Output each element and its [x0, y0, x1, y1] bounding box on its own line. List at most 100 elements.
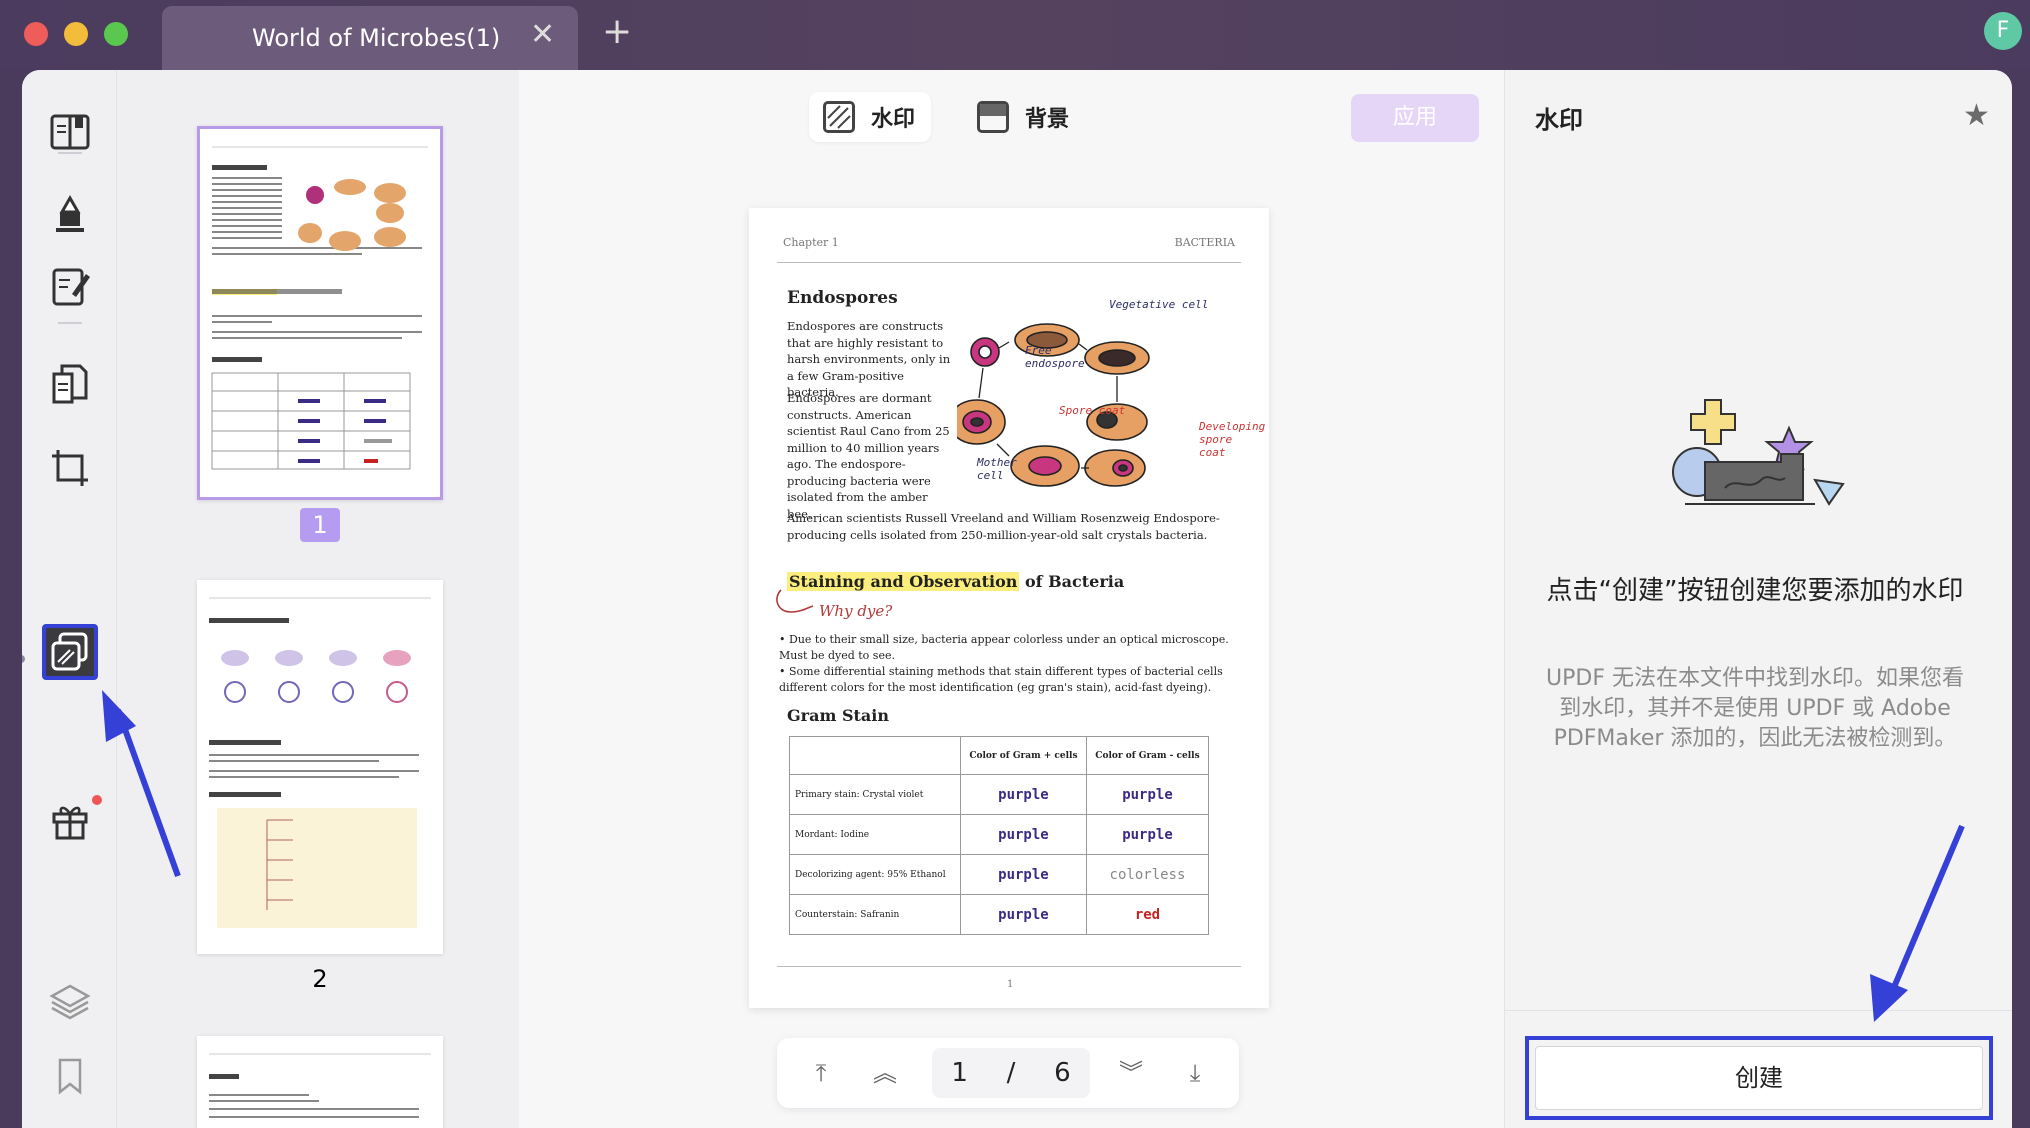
curly-arrow-doodle	[776, 589, 814, 613]
watermark-tab-icon	[823, 101, 855, 133]
table-cell-gram-positive: purple	[959, 774, 1087, 815]
document-tab-title: World of Microbes(1)	[252, 24, 501, 52]
first-page-icon[interactable]: ⤒	[803, 1055, 839, 1091]
close-tab-icon[interactable]: ✕	[530, 20, 555, 50]
staining-bullet-2: • Some differential staining methods tha…	[779, 665, 1223, 694]
app-window: 1 2 水印 背景 应用 Chapter 1 BACTERIA Endospor…	[22, 70, 2012, 1128]
table-cell-gram-positive: purple	[959, 814, 1087, 855]
background-tab[interactable]: 背景	[963, 92, 1085, 142]
empty-state-description: UPDF 无法在本文件中找到水印。如果您看到水印，其并不是使用 UPDF 或 A…	[1546, 666, 1964, 751]
table-row: Mordant: Iodine purple purple	[789, 814, 1210, 855]
empty-state-illustration	[1672, 399, 1845, 506]
page-number-2[interactable]: 2	[300, 962, 340, 996]
table-cell-gram-negative: red	[1085, 894, 1210, 935]
heading-staining-rest: of Bacteria	[1019, 572, 1125, 591]
add-tab-icon[interactable]: +	[602, 14, 632, 50]
why-dye-note: Why dye?	[819, 602, 893, 620]
active-indicator-dot	[22, 655, 25, 663]
table-row: Primary stain: Crystal violet purple pur…	[789, 774, 1210, 815]
annotation-developing-spore-coat: Developing spore coat	[1199, 420, 1266, 459]
page-footer-number: 1	[1007, 979, 1014, 990]
page-2-preview	[197, 580, 443, 954]
thumbnail-pane: 1 2	[117, 70, 519, 1128]
last-page-icon[interactable]: ⤓	[1177, 1055, 1213, 1091]
gram-stain-table: Color of Gram + cells Color of Gram - ce…	[789, 736, 1210, 935]
background-tab-icon	[977, 101, 1009, 133]
annotation-arrow-left	[102, 690, 181, 878]
layers-icon	[49, 984, 91, 1020]
table-header-row: Color of Gram + cells Color of Gram - ce…	[789, 736, 1210, 775]
page-3-preview	[197, 1036, 443, 1128]
page-thumbnail-1[interactable]	[197, 126, 443, 500]
total-pages: 6	[1054, 1058, 1071, 1088]
apply-button[interactable]: 应用	[1351, 94, 1479, 142]
promotions-tool[interactable]	[42, 792, 98, 848]
table-cell-gram-negative: colorless	[1085, 854, 1210, 895]
title-bar: World of Microbes(1) ✕ + F	[0, 0, 2030, 70]
table-row: Counterstain: Safranin purple red	[789, 894, 1210, 935]
table-row: Decolorizing agent: 95% Ethanol purple c…	[789, 854, 1210, 895]
comment-tool[interactable]	[42, 186, 98, 242]
annotation-arrow-right	[1870, 824, 1965, 1022]
watermark-icon	[51, 632, 88, 671]
book-icon	[50, 114, 90, 150]
organize-pages-icon	[52, 364, 88, 404]
page-1-preview	[200, 129, 440, 497]
zoom-window-button[interactable]	[104, 22, 128, 46]
annotation-spore-coat: Spore coat	[1059, 404, 1126, 417]
page-header-right: BACTERIA	[1174, 236, 1235, 249]
header-rule	[777, 262, 1241, 263]
document-tab[interactable]: World of Microbes(1) ✕	[162, 6, 578, 70]
edit-pdf-icon	[52, 268, 90, 306]
table-header-cell	[789, 736, 961, 775]
page-number-1[interactable]: 1	[300, 508, 340, 542]
document-view: 水印 背景 应用 Chapter 1 BACTERIA Endospores E…	[519, 70, 1504, 1128]
user-avatar[interactable]: F	[1984, 12, 2022, 50]
rail-separator	[58, 152, 82, 154]
heading-staining-highlight: Staining and Observation	[787, 572, 1020, 591]
table-cell-label: Primary stain: Crystal violet	[789, 774, 961, 815]
table-cell-gram-negative: purple	[1085, 774, 1210, 815]
bookmark-icon	[58, 1058, 82, 1095]
endospores-paragraph-1: Endospores are constructs that are highl…	[787, 319, 951, 399]
table-header-cell: Color of Gram + cells	[959, 736, 1087, 775]
current-page: 1	[951, 1058, 968, 1088]
rail-separator	[58, 322, 82, 324]
edit-tool[interactable]	[42, 258, 98, 314]
endospores-paragraph-3: American scientists Russell Vreeland and…	[787, 511, 1220, 542]
table-cell-label: Decolorizing agent: 95% Ethanol	[789, 854, 961, 895]
table-cell-label: Counterstain: Safranin	[789, 894, 961, 935]
annotation-vegetative-cell: Vegetative cell	[1109, 298, 1209, 311]
table-cell-gram-negative: purple	[1085, 814, 1210, 855]
create-button[interactable]: 创建	[1535, 1046, 1983, 1110]
favorite-star-icon[interactable]: ★	[1963, 98, 1990, 133]
staining-bullet-2-text: Some differential staining methods that …	[779, 665, 1223, 694]
empty-state-headline: 点击“创建”按钮创建您要添加的水印	[1546, 576, 1964, 606]
layers-tool[interactable]	[42, 974, 98, 1030]
page-header-left: Chapter 1	[783, 236, 839, 249]
page-navigator: ⤒ ︽ 1 / 6 ︾ ⤓	[777, 1038, 1239, 1108]
crop-tool[interactable]	[42, 440, 98, 496]
table-cell-gram-positive: purple	[959, 854, 1087, 895]
highlighter-icon	[56, 194, 84, 232]
page-thumbnail-2[interactable]	[197, 580, 443, 954]
watermark-tab-label: 水印	[871, 107, 916, 132]
next-page-icon[interactable]: ︾	[1113, 1055, 1149, 1091]
bookmark-tool[interactable]	[42, 1048, 98, 1104]
close-window-button[interactable]	[24, 22, 48, 46]
heading-gram-stain: Gram Stain	[787, 706, 889, 725]
heading-staining: Staining and Observation of Bacteria	[787, 572, 1124, 591]
organize-tool[interactable]	[42, 356, 98, 412]
watermark-tab[interactable]: 水印	[809, 92, 931, 142]
tool-rail	[22, 70, 117, 1128]
table-cell-label: Mordant: Iodine	[789, 814, 961, 855]
table-cell-gram-positive: purple	[959, 894, 1087, 935]
page-thumbnail-3[interactable]	[197, 1036, 443, 1128]
footer-rule	[777, 966, 1241, 967]
page-number-field[interactable]: 1 / 6	[932, 1048, 1090, 1098]
previous-page-icon[interactable]: ︽	[867, 1055, 903, 1091]
background-tab-label: 背景	[1025, 107, 1070, 132]
watermark-background-tool[interactable]	[42, 624, 98, 680]
minimize-window-button[interactable]	[64, 22, 88, 46]
create-button-highlight: 创建	[1525, 1036, 1993, 1120]
